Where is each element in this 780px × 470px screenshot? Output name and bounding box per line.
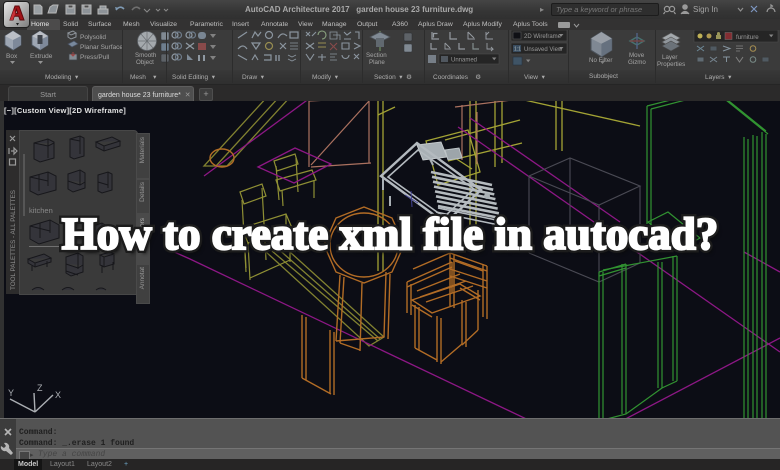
svg-text:Press/Pull: Press/Pull: [80, 54, 110, 61]
svg-text:Planar Surface: Planar Surface: [80, 44, 123, 51]
svg-text:Smooth: Smooth: [135, 52, 157, 59]
svg-text:Unnamed: Unnamed: [451, 58, 477, 64]
svg-text:Gizmo: Gizmo: [628, 59, 646, 66]
svg-text:Polysolid: Polysolid: [80, 34, 106, 41]
svg-text:Box: Box: [6, 53, 18, 60]
svg-text:Extrude: Extrude: [30, 53, 53, 60]
svg-text:Sign In: Sign In: [693, 5, 718, 14]
svg-text:Z: Z: [37, 383, 43, 393]
svg-text:Y: Y: [8, 388, 14, 398]
svg-text:X: X: [55, 390, 61, 400]
svg-text:Unsaved View: Unsaved View: [524, 47, 563, 53]
svg-text:2D Wireframe: 2D Wireframe: [524, 34, 562, 40]
svg-text:No Filter: No Filter: [589, 57, 612, 64]
svg-text:Section: Section: [366, 52, 387, 59]
svg-text:Move: Move: [629, 52, 645, 59]
svg-text:Plane: Plane: [369, 59, 385, 66]
svg-text:Object: Object: [136, 59, 154, 66]
svg-text:Properties: Properties: [657, 61, 685, 68]
svg-text:Layer: Layer: [662, 54, 677, 61]
svg-text:furniture: furniture: [736, 34, 759, 41]
svg-text:1:1: 1:1: [514, 47, 521, 53]
